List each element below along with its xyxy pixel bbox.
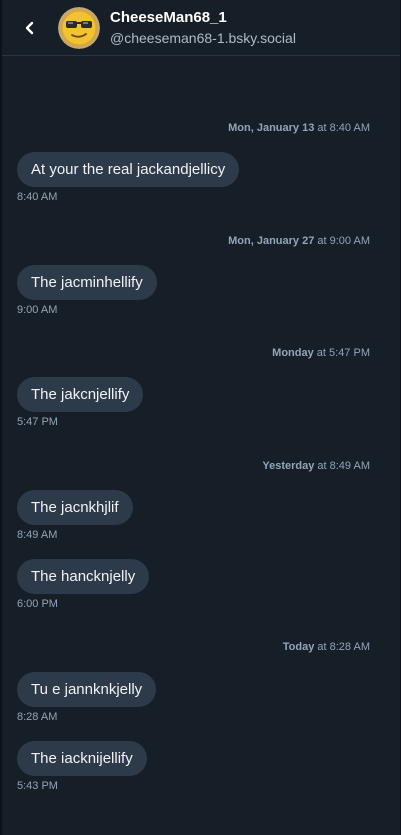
message-time: 8:28 AM (17, 711, 58, 723)
chevron-left-icon (25, 21, 34, 35)
date-separator: Yesterday at 8:49 AM (262, 460, 370, 472)
date-separator-day: Yesterday (262, 460, 315, 472)
message-bubble[interactable]: At your the real jackandjellicy (17, 152, 240, 187)
message-time: 5:43 PM (17, 780, 58, 792)
message-time: 8:40 AM (17, 191, 58, 203)
date-separator-time: at 8:40 AM (314, 122, 370, 134)
message-bubble[interactable]: Tu e jannknkjelly (17, 672, 157, 707)
message-bubble[interactable]: The iacknijellify (17, 741, 147, 776)
date-separator-time: at 8:28 AM (314, 641, 370, 653)
date-separator-day: Monday (272, 347, 314, 359)
message-list[interactable]: Mon, January 13 at 8:40 AM At your the r… (2, 56, 400, 835)
avatar[interactable] (58, 7, 100, 49)
date-separator: Mon, January 27 at 9:00 AM (228, 235, 370, 247)
contact-display-name: CheeseMan68_1 (110, 9, 227, 26)
message-bubble[interactable]: The hancknjelly (17, 559, 150, 594)
date-separator-time: at 8:49 AM (314, 460, 370, 472)
date-separator-day: Mon, January 27 (228, 235, 315, 247)
message-bubble[interactable]: The jacminhellify (17, 265, 157, 300)
message-bubble[interactable]: The jakcnjellify (17, 377, 144, 412)
date-separator: Monday at 5:47 PM (272, 347, 370, 359)
message-time: 8:49 AM (17, 529, 58, 541)
message-bubble[interactable]: The jacnkhjlif (17, 490, 133, 525)
date-separator: Mon, January 13 at 8:40 AM (228, 122, 370, 134)
date-separator-time: at 5:47 PM (313, 347, 370, 359)
conversation-header: CheeseMan68_1 @cheeseman68-1.bsky.social (2, 0, 400, 56)
contact-handle: @cheeseman68-1.bsky.social (110, 30, 296, 46)
message-time: 5:47 PM (17, 416, 58, 428)
date-separator: Today at 8:28 AM (283, 641, 370, 653)
message-time: 9:00 AM (17, 304, 58, 316)
date-separator-day: Today (282, 641, 315, 653)
chat-screen: CheeseMan68_1 @cheeseman68-1.bsky.social… (0, 0, 401, 835)
date-separator-day: Mon, January 13 (228, 122, 315, 134)
sunglasses-face-icon (58, 7, 100, 49)
date-separator-time: at 9:00 AM (314, 235, 370, 247)
message-time: 6:00 PM (17, 598, 58, 610)
back-button[interactable] (18, 16, 42, 40)
